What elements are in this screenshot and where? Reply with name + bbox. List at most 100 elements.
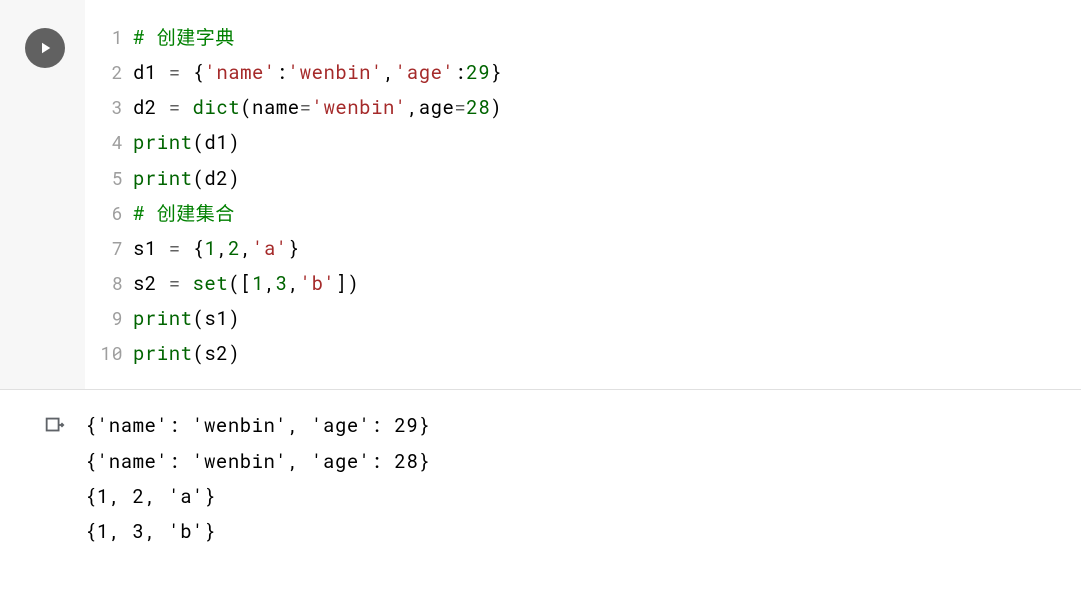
- code-content: s2 = set([1,3,'b']): [133, 266, 359, 301]
- code-token: (: [240, 95, 252, 120]
- line-number: 8: [85, 267, 133, 300]
- code-token: ): [228, 306, 240, 331]
- code-token: ): [228, 166, 240, 191]
- line-number: 2: [85, 56, 133, 89]
- code-content: print(s2): [133, 336, 240, 371]
- code-token: {: [193, 60, 205, 85]
- code-line: 7s1 = {1,2,'a'}: [85, 231, 1081, 266]
- code-token: s1: [133, 236, 157, 261]
- code-token: =: [169, 95, 181, 120]
- code-token: }: [288, 236, 300, 261]
- code-token: # 创建字典: [133, 25, 235, 50]
- code-token: d1: [204, 130, 228, 155]
- code-token: 'age': [395, 60, 455, 85]
- code-token: age: [419, 95, 455, 120]
- output-gutter: [0, 408, 85, 442]
- code-token: [157, 95, 169, 120]
- code-token: =: [169, 60, 181, 85]
- code-token: dict: [193, 95, 241, 120]
- output-cell: {'name': 'wenbin', 'age': 29} {'name': '…: [0, 390, 1081, 567]
- code-token: s2: [133, 271, 157, 296]
- code-token: ,: [240, 236, 252, 261]
- code-line: 3d2 = dict(name='wenbin',age=28): [85, 90, 1081, 125]
- code-content: s1 = {1,2,'a'}: [133, 231, 300, 266]
- code-token: ]: [335, 271, 347, 296]
- code-token: [: [240, 271, 252, 296]
- code-token: s1: [204, 306, 228, 331]
- code-line: 8s2 = set([1,3,'b']): [85, 266, 1081, 301]
- play-icon: [36, 39, 54, 57]
- code-token: [181, 236, 193, 261]
- line-number: 7: [85, 232, 133, 265]
- code-token: {: [193, 236, 205, 261]
- code-token: ,: [288, 271, 300, 296]
- code-token: d2: [133, 95, 157, 120]
- code-token: [181, 60, 193, 85]
- code-token: 29: [466, 60, 490, 85]
- code-token: # 创建集合: [133, 201, 235, 226]
- code-line: 2d1 = {'name':'wenbin','age':29}: [85, 55, 1081, 90]
- code-token: d1: [133, 60, 157, 85]
- code-token: [181, 271, 193, 296]
- code-token: =: [300, 95, 312, 120]
- code-token: print: [133, 341, 193, 366]
- cell-gutter: [0, 0, 85, 389]
- line-number: 4: [85, 126, 133, 159]
- line-number: 10: [85, 337, 133, 370]
- code-token: :: [454, 60, 466, 85]
- code-token: 2: [228, 236, 240, 261]
- code-token: (: [193, 130, 205, 155]
- code-token: ): [228, 130, 240, 155]
- code-token: [181, 95, 193, 120]
- code-token: 'name': [204, 60, 275, 85]
- code-token: ): [228, 341, 240, 366]
- code-token: ,: [216, 236, 228, 261]
- code-line: 9print(s1): [85, 301, 1081, 336]
- line-number: 1: [85, 21, 133, 54]
- code-token: d2: [204, 166, 228, 191]
- output-icon[interactable]: [43, 414, 65, 442]
- code-token: ,: [264, 271, 276, 296]
- code-editor[interactable]: 1# 创建字典2d1 = {'name':'wenbin','age':29}3…: [85, 0, 1081, 389]
- code-cell: 1# 创建字典2d1 = {'name':'wenbin','age':29}3…: [0, 0, 1081, 390]
- code-token: 1: [252, 271, 264, 296]
- code-token: set: [193, 271, 229, 296]
- code-token: 'wenbin': [288, 60, 383, 85]
- code-token: ,: [407, 95, 419, 120]
- code-token: (: [193, 341, 205, 366]
- output-text: {'name': 'wenbin', 'age': 29} {'name': '…: [85, 408, 1081, 549]
- code-token: ): [347, 271, 359, 296]
- code-token: [157, 60, 169, 85]
- code-token: 'wenbin': [312, 95, 407, 120]
- code-token: (: [193, 306, 205, 331]
- code-token: (: [228, 271, 240, 296]
- run-button[interactable]: [25, 28, 65, 68]
- code-token: [157, 236, 169, 261]
- code-token: 3: [276, 271, 288, 296]
- code-token: 28: [466, 95, 490, 120]
- code-token: ): [490, 95, 502, 120]
- line-number: 5: [85, 162, 133, 195]
- code-token: 'b': [300, 271, 336, 296]
- code-content: # 创建集合: [133, 196, 235, 231]
- code-line: 4print(d1): [85, 125, 1081, 160]
- code-token: ,: [383, 60, 395, 85]
- code-content: print(d2): [133, 161, 240, 196]
- code-content: d1 = {'name':'wenbin','age':29}: [133, 55, 502, 90]
- line-number: 3: [85, 91, 133, 124]
- code-token: =: [169, 271, 181, 296]
- code-token: }: [490, 60, 502, 85]
- code-line: 6# 创建集合: [85, 196, 1081, 231]
- code-token: (: [193, 166, 205, 191]
- code-token: print: [133, 306, 193, 331]
- code-token: print: [133, 130, 193, 155]
- line-number: 6: [85, 197, 133, 230]
- code-line: 5print(d2): [85, 161, 1081, 196]
- code-content: # 创建字典: [133, 20, 235, 55]
- code-token: =: [454, 95, 466, 120]
- code-content: d2 = dict(name='wenbin',age=28): [133, 90, 502, 125]
- expand-output-icon: [43, 414, 65, 436]
- code-token: :: [276, 60, 288, 85]
- code-token: [157, 271, 169, 296]
- code-content: print(s1): [133, 301, 240, 336]
